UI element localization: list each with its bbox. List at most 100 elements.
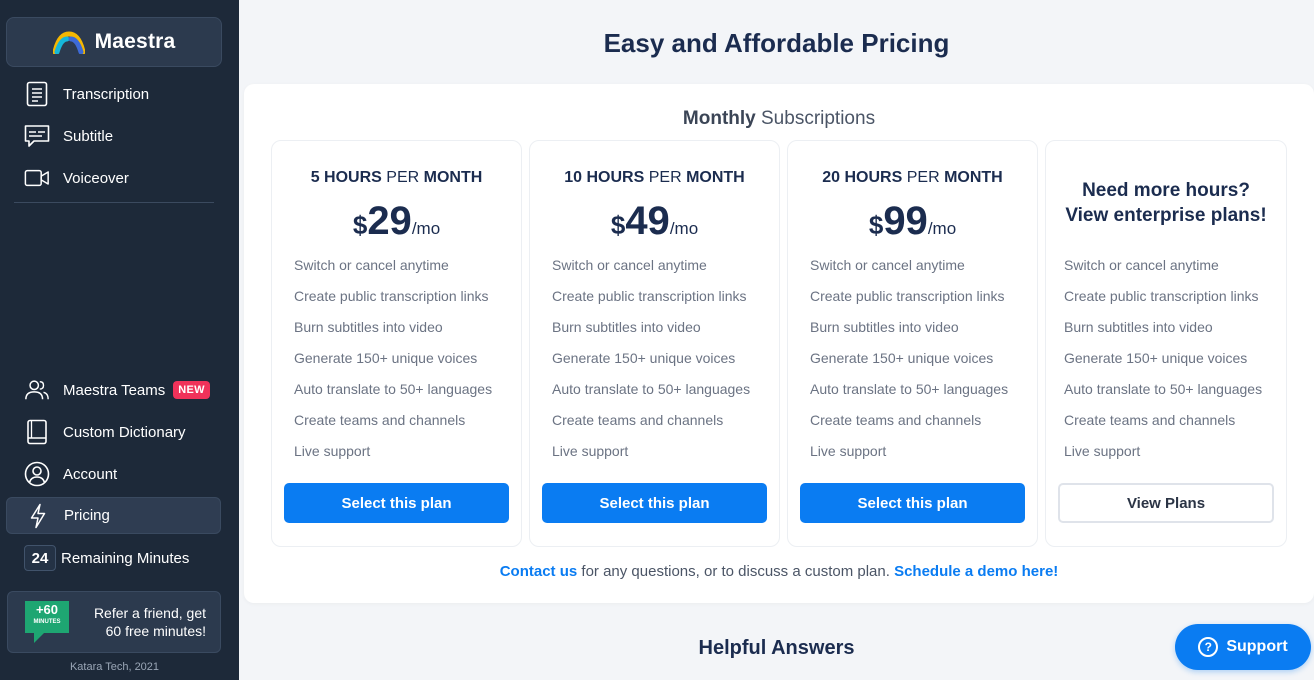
user-circle-icon (24, 461, 50, 487)
plan-hours: 20 HOURS (822, 169, 903, 186)
subscription-heading: Monthly Subscriptions (244, 108, 1314, 130)
plan-per: PER (902, 169, 945, 186)
feature-item: Live support (552, 443, 629, 459)
sidebar-item-label: Subtitle (63, 127, 114, 145)
plan-heading: 20 HOURS PER MONTH (788, 169, 1037, 187)
feature-item: Burn subtitles into video (1064, 319, 1213, 335)
plan-month: MONTH (944, 169, 1003, 186)
video-camera-icon (24, 165, 50, 191)
plan-card-enterprise: Need more hours? View enterprise plans! S… (1045, 140, 1287, 547)
copyright: Katara Tech, 2021 (69, 661, 160, 673)
price-amount: 29 (367, 199, 412, 243)
feature-item: Generate 150+ unique voices (810, 350, 994, 366)
plan-heading: 5 HOURS PER MONTH (272, 169, 521, 187)
price-currency: $ (352, 210, 368, 240)
feature-list: Switch or cancel anytime Create public t… (810, 256, 1008, 473)
view-plans-button[interactable]: View Plans (1058, 483, 1274, 523)
feature-item: Auto translate to 50+ languages (552, 381, 751, 397)
feature-item: Burn subtitles into video (552, 319, 701, 335)
feature-item: Live support (294, 443, 371, 459)
plan-month: MONTH (686, 169, 745, 186)
select-plan-button[interactable]: Select this plan (542, 483, 767, 523)
price-currency: $ (868, 210, 884, 240)
sidebar-item-label: Maestra Teams (63, 381, 166, 399)
plan-card-10-hours: 10 HOURS PER MONTH $49/mo Switch or canc… (529, 140, 780, 547)
sidebar-item-account[interactable]: Account (6, 456, 221, 492)
sidebar-item-label: Custom Dictionary (63, 423, 186, 441)
enterprise-heading: Need more hours? View enterprise plans! (1046, 178, 1286, 228)
feature-item: Live support (1064, 443, 1141, 459)
feature-item: Burn subtitles into video (294, 319, 443, 335)
feature-item: Create public transcription links (294, 288, 489, 304)
remaining-minutes: 24 Remaining Minutes (6, 540, 221, 576)
feature-list: Switch or cancel anytime Create public t… (552, 256, 750, 473)
price-currency: $ (610, 210, 626, 240)
sidebar-item-voiceover[interactable]: Voiceover (6, 160, 221, 196)
plan-price: $99/mo (788, 199, 1037, 244)
users-icon (24, 377, 50, 403)
enterprise-heading-line1: Need more hours? (1082, 180, 1250, 201)
support-label: Support (1226, 638, 1288, 655)
sidebar-item-custom-dictionary[interactable]: Custom Dictionary (6, 414, 221, 450)
sidebar-item-pricing[interactable]: Pricing (6, 497, 221, 534)
price-amount: 49 (625, 199, 670, 243)
sidebar-item-label: Transcription (63, 85, 150, 103)
feature-item: Live support (810, 443, 887, 459)
feature-item: Create teams and channels (552, 412, 724, 428)
price-period: /mo (927, 219, 957, 238)
plan-price: $49/mo (530, 199, 779, 244)
feature-list: Switch or cancel anytime Create public t… (294, 256, 492, 473)
price-period: /mo (669, 219, 699, 238)
remaining-minutes-label: Remaining Minutes (61, 549, 190, 567)
sidebar-item-maestra-teams[interactable]: Maestra Teams NEW (6, 372, 221, 408)
refer-text: Refer a friend, get 60 free minutes! (93, 605, 206, 639)
maestra-logo-icon (52, 31, 85, 54)
select-plan-button[interactable]: Select this plan (284, 483, 509, 523)
select-plan-button[interactable]: Select this plan (800, 483, 1025, 523)
help-circle-icon: ? (1198, 637, 1219, 657)
plan-heading: 10 HOURS PER MONTH (530, 169, 779, 187)
feature-item: Create teams and channels (294, 412, 466, 428)
sidebar: Maestra Transcription Subtitle Voiceover… (0, 0, 239, 680)
feature-item: Switch or cancel anytime (552, 257, 707, 273)
page-title: Easy and Affordable Pricing (603, 28, 950, 58)
feature-item: Create public transcription links (552, 288, 747, 304)
contact-text: for any questions, or to discuss a custo… (577, 563, 895, 580)
minutes-badge-value: +60 (35, 602, 59, 617)
plan-hours: 10 HOURS (564, 169, 645, 186)
feature-item: Switch or cancel anytime (1064, 257, 1219, 273)
enterprise-heading-line2: View enterprise plans! (1065, 205, 1267, 226)
feature-item: Auto translate to 50+ languages (294, 381, 493, 397)
price-period: /mo (411, 219, 441, 238)
brand-logo[interactable]: Maestra (6, 17, 222, 67)
feature-item: Auto translate to 50+ languages (1064, 381, 1263, 397)
feature-item: Generate 150+ unique voices (1064, 350, 1248, 366)
subtitle-icon (24, 123, 50, 149)
schedule-demo-link[interactable]: Schedule a demo here! (894, 563, 1058, 580)
feature-item: Create public transcription links (1064, 288, 1259, 304)
feature-item: Auto translate to 50+ languages (810, 381, 1009, 397)
support-button[interactable]: ? Support (1175, 624, 1311, 670)
feature-item: Generate 150+ unique voices (552, 350, 736, 366)
feature-item: Create teams and channels (810, 412, 982, 428)
refer-a-friend-banner[interactable]: +60 MINUTES Refer a friend, get 60 free … (7, 591, 221, 653)
pricing-panel: Monthly Subscriptions 5 HOURS PER MONTH … (244, 84, 1314, 603)
remaining-minutes-value: 24 (24, 545, 56, 571)
plan-per: PER (381, 169, 424, 186)
contact-line: Contact us for any questions, or to disc… (244, 563, 1314, 580)
plan-month: MONTH (423, 169, 483, 186)
plan-per: PER (644, 169, 687, 186)
plan-price: $29/mo (272, 199, 521, 244)
sidebar-divider (14, 202, 214, 203)
lightning-icon (25, 503, 51, 529)
minutes-badge-label: MINUTES (33, 619, 61, 625)
book-icon (24, 419, 50, 445)
feature-item: Create teams and channels (1064, 412, 1236, 428)
sidebar-item-subtitle[interactable]: Subtitle (6, 118, 221, 154)
sidebar-item-transcription[interactable]: Transcription (6, 76, 221, 112)
plan-card-5-hours: 5 HOURS PER MONTH $29/mo Switch or cance… (271, 140, 522, 547)
contact-us-link[interactable]: Contact us (500, 563, 578, 580)
feature-item: Switch or cancel anytime (294, 257, 449, 273)
document-icon (24, 81, 50, 107)
subscription-heading-bold: Monthly (682, 108, 756, 129)
